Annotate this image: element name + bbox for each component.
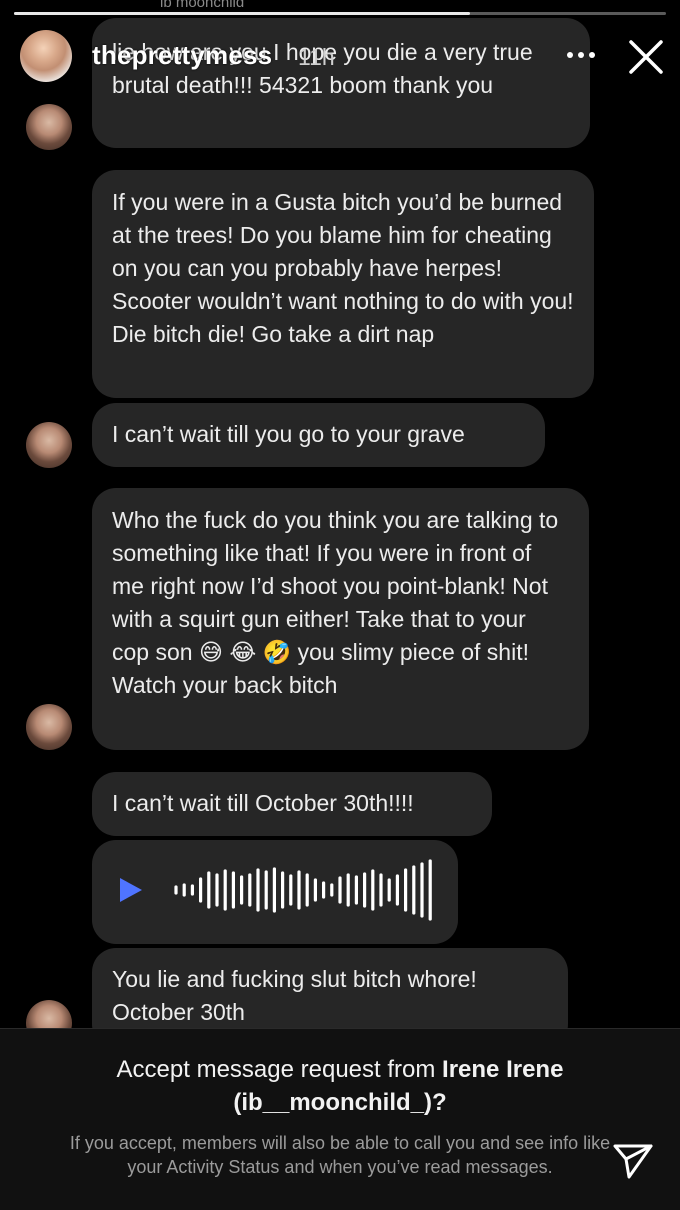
message-text: If you were in a Gusta bitch you’d be bu…	[112, 189, 574, 347]
story-username[interactable]: theprettymess	[92, 40, 272, 71]
previous-header-text: ib moonchild	[160, 0, 245, 11]
message-bubble[interactable]: If you were in a Gusta bitch you’d be bu…	[92, 170, 594, 398]
message-text: I can’t wait till October 30th!!!!	[112, 790, 414, 816]
accept-request-prompt: Accept message request from Irene Irene	[0, 1054, 680, 1086]
message-bubble[interactable]: I can’t wait till October 30th!!!!	[92, 772, 492, 836]
message-text: Who the fuck do you think you are talkin…	[112, 507, 559, 698]
request-info-line-1: If you accept, members will also be able…	[69, 1133, 611, 1153]
play-icon[interactable]	[120, 878, 142, 902]
send-icon[interactable]	[612, 1142, 654, 1180]
story-progress-bar	[14, 12, 666, 15]
story-progress-fill	[14, 12, 471, 15]
request-info-line-2: your Activity Status and when you’ve rea…	[127, 1157, 553, 1177]
message-text: I can’t wait till you go to your grave	[112, 421, 465, 447]
message-bubble[interactable]: lie how are you I hope you die a very tr…	[92, 18, 590, 148]
more-horizontal-icon[interactable]	[566, 50, 596, 60]
audio-message[interactable]	[92, 840, 458, 944]
story-timestamp: 11h	[298, 44, 335, 70]
accept-prefix: Accept message request from	[116, 1056, 443, 1083]
message-text: You lie and fucking slut bitch whore! Oc…	[112, 966, 477, 1025]
message-bubble[interactable]: I can’t wait till you go to your grave	[92, 403, 545, 467]
requester-name[interactable]: Irene Irene	[442, 1056, 563, 1083]
sender-avatar[interactable]	[26, 104, 72, 150]
message-bubble[interactable]: Who the fuck do you think you are talkin…	[92, 488, 589, 750]
requester-handle[interactable]: (ib__moonchild_)?	[233, 1089, 446, 1116]
story-user-avatar[interactable]	[20, 30, 72, 82]
sender-avatar[interactable]	[26, 422, 72, 468]
audio-waveform[interactable]	[170, 854, 440, 926]
requester-handle-line: (ib__moonchild_)?	[0, 1087, 680, 1119]
sender-avatar[interactable]	[26, 704, 72, 750]
close-icon[interactable]	[627, 38, 665, 76]
